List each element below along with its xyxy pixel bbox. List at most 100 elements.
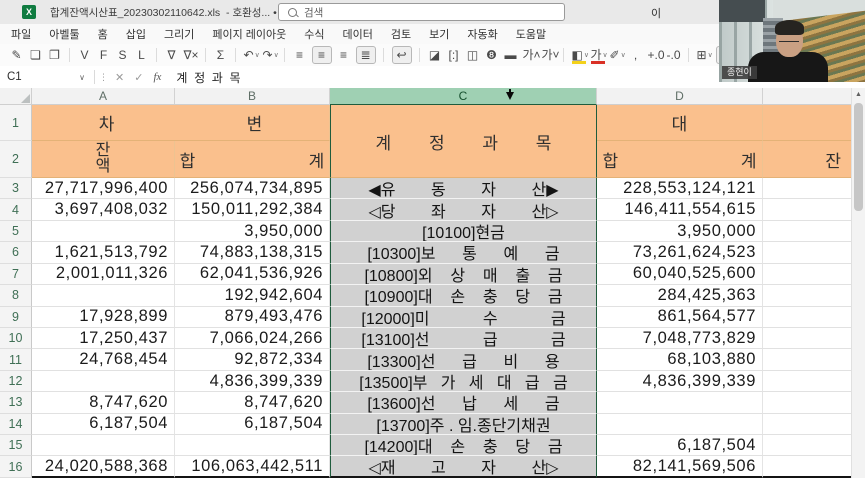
autosum-icon[interactable]: Σ <box>214 47 228 63</box>
cell-E14[interactable] <box>763 414 852 435</box>
row-header-15[interactable]: 15 <box>0 435 32 456</box>
row-header-14[interactable]: 14 <box>0 414 32 435</box>
format-painter-icon[interactable]: ✎ <box>10 47 24 63</box>
row-header-16[interactable]: 16 <box>0 456 32 477</box>
cell-A14[interactable]: 6,187,504 <box>32 414 175 435</box>
cell-A6[interactable]: 1,621,513,792 <box>32 242 175 263</box>
cell-C10[interactable]: [13100]선 급 금 <box>330 328 597 349</box>
cell-A15[interactable] <box>32 435 175 456</box>
justify-icon[interactable]: ≣ <box>356 46 376 64</box>
borders-icon[interactable]: ⊞∨ <box>697 47 711 64</box>
cell-E4[interactable] <box>763 199 852 220</box>
search-input[interactable]: 검색 <box>278 3 565 21</box>
cell-D13[interactable] <box>597 392 763 413</box>
decrease-decimal-icon[interactable]: -.0 <box>667 47 681 63</box>
row-header-9[interactable]: 9 <box>0 307 32 328</box>
row-header-13[interactable]: 13 <box>0 392 32 413</box>
cell-D10[interactable]: 7,048,773,829 <box>597 328 763 349</box>
row-header-1[interactable]: 1 <box>0 105 32 141</box>
cell-D15[interactable]: 6,187,504 <box>597 435 763 456</box>
macro-f-button[interactable]: F <box>97 47 111 63</box>
cell-E5[interactable] <box>763 221 852 242</box>
cell-A11[interactable]: 24,768,454 <box>32 349 175 370</box>
cell-A5[interactable] <box>32 221 175 242</box>
cell-A4[interactable]: 3,697,408,032 <box>32 199 175 220</box>
circled-8-icon[interactable]: ❽ <box>485 47 499 63</box>
menu-item-도움말[interactable]: 도움말 <box>507 26 555 42</box>
menu-item-아벨툴[interactable]: 아벨툴 <box>40 26 88 42</box>
cell-E7[interactable] <box>763 264 852 285</box>
align-left-icon[interactable]: ≡ <box>293 47 307 63</box>
row-header-10[interactable]: 10 <box>0 328 32 349</box>
cell-E3[interactable] <box>763 178 852 199</box>
cell-C8[interactable]: [10900]대 손 충 당 금 <box>330 285 597 306</box>
formula-bar-grip[interactable]: ⋮ <box>99 72 108 83</box>
wrap-text-icon[interactable]: ↩ <box>392 46 412 64</box>
cell-E8[interactable] <box>763 285 852 306</box>
cell-D8[interactable]: 284,425,363 <box>597 285 763 306</box>
cell-D4[interactable]: 146,411,554,615 <box>597 199 763 220</box>
cell-B11[interactable]: 92,872,334 <box>175 349 330 370</box>
cell-account-title[interactable]: 계 정 과 목 <box>330 105 597 178</box>
cell-E13[interactable] <box>763 392 852 413</box>
dropdown-caret-icon[interactable]: ∨ <box>584 52 589 59</box>
enter-icon[interactable]: ✓ <box>134 71 143 84</box>
cancel-icon[interactable]: ✕ <box>115 71 124 84</box>
cell-C13[interactable]: [13600]선 납 세 금 <box>330 392 597 413</box>
menu-item-페이지 레이아웃[interactable]: 페이지 레이아웃 <box>203 26 295 42</box>
cell-E6[interactable] <box>763 242 852 263</box>
copy-icon[interactable]: ❏ <box>29 47 43 63</box>
cell-B13[interactable]: 8,747,620 <box>175 392 330 413</box>
macro-v-button[interactable]: V <box>78 47 92 63</box>
menu-item-자동화[interactable]: 자동화 <box>458 26 506 42</box>
redo-icon[interactable]: ↷∨ <box>263 47 277 64</box>
column-header-E[interactable] <box>763 88 852 105</box>
increase-decimal-icon[interactable]: +.0 <box>648 47 662 63</box>
cell-C4[interactable]: ◁당 좌 자 산▷ <box>330 199 597 220</box>
cell-C14[interactable]: [13700]주 . 임.종단기채권 <box>330 414 597 435</box>
cell-E9[interactable] <box>763 307 852 328</box>
column-header-A[interactable]: A <box>32 88 175 105</box>
row-header-12[interactable]: 12 <box>0 371 32 392</box>
cell-C12[interactable]: [13500]부 가 세 대 급 금 <box>330 371 597 392</box>
cell-B10[interactable]: 7,066,024,266 <box>175 328 330 349</box>
cell-C5[interactable]: [10100]현금 <box>330 221 597 242</box>
cell-E15[interactable] <box>763 435 852 456</box>
cell-credit-title[interactable]: 대 <box>597 105 763 141</box>
cell-D5[interactable]: 3,950,000 <box>597 221 763 242</box>
cell-A7[interactable]: 2,001,011,326 <box>32 264 175 285</box>
cell-B4[interactable]: 150,011,292,384 <box>175 199 330 220</box>
cell-E16[interactable] <box>763 456 852 477</box>
cell-B16[interactable]: 106,063,442,511 <box>175 456 330 477</box>
filter-icon[interactable]: ∇ <box>165 47 179 63</box>
menu-item-그리기[interactable]: 그리기 <box>155 26 203 42</box>
scrollbar-thumb[interactable] <box>854 103 863 211</box>
dropdown-caret-icon[interactable]: ∨ <box>708 52 713 59</box>
cell-debit-title[interactable]: 차 변 <box>32 105 330 141</box>
undo-icon[interactable]: ↶∨ <box>244 47 258 64</box>
cell-B6[interactable]: 74,883,138,315 <box>175 242 330 263</box>
font-decrease-icon[interactable]: 가˅ <box>542 47 556 63</box>
cell-C11[interactable]: [13300]선 급 비 용 <box>330 349 597 370</box>
excel-app-icon[interactable]: X <box>22 5 36 19</box>
cell-C16[interactable]: ◁재 고 자 산▷ <box>330 456 597 477</box>
cell-C15[interactable]: [14200]대 손 충 당 금 <box>330 435 597 456</box>
cell-B9[interactable]: 879,493,476 <box>175 307 330 328</box>
menu-item-수식[interactable]: 수식 <box>295 26 333 42</box>
row-header-5[interactable]: 5 <box>0 221 32 242</box>
black-bar-icon[interactable]: ▬ <box>504 47 518 63</box>
cell-D6[interactable]: 73,261,624,523 <box>597 242 763 263</box>
vertical-scrollbar[interactable]: ▲ <box>851 88 865 478</box>
cell-B8[interactable]: 192,942,604 <box>175 285 330 306</box>
cell-A16[interactable]: 24,020,588,368 <box>32 456 175 477</box>
name-box-caret-icon[interactable]: ∨ <box>79 73 85 82</box>
font-increase-icon[interactable]: 가˄ <box>523 47 537 63</box>
cell-A9[interactable]: 17,928,899 <box>32 307 175 328</box>
column-header-C[interactable]: C <box>330 88 597 105</box>
comma-style-icon[interactable]: , <box>629 47 643 63</box>
align-center-icon[interactable]: ≡ <box>312 46 332 64</box>
font-color-icon[interactable]: 가∨ <box>591 47 605 64</box>
fill-color-icon[interactable]: ◧∨ <box>572 47 586 64</box>
cell-A3[interactable]: 27,717,996,400 <box>32 178 175 199</box>
clear-filter-icon[interactable]: ∇× <box>184 47 198 63</box>
